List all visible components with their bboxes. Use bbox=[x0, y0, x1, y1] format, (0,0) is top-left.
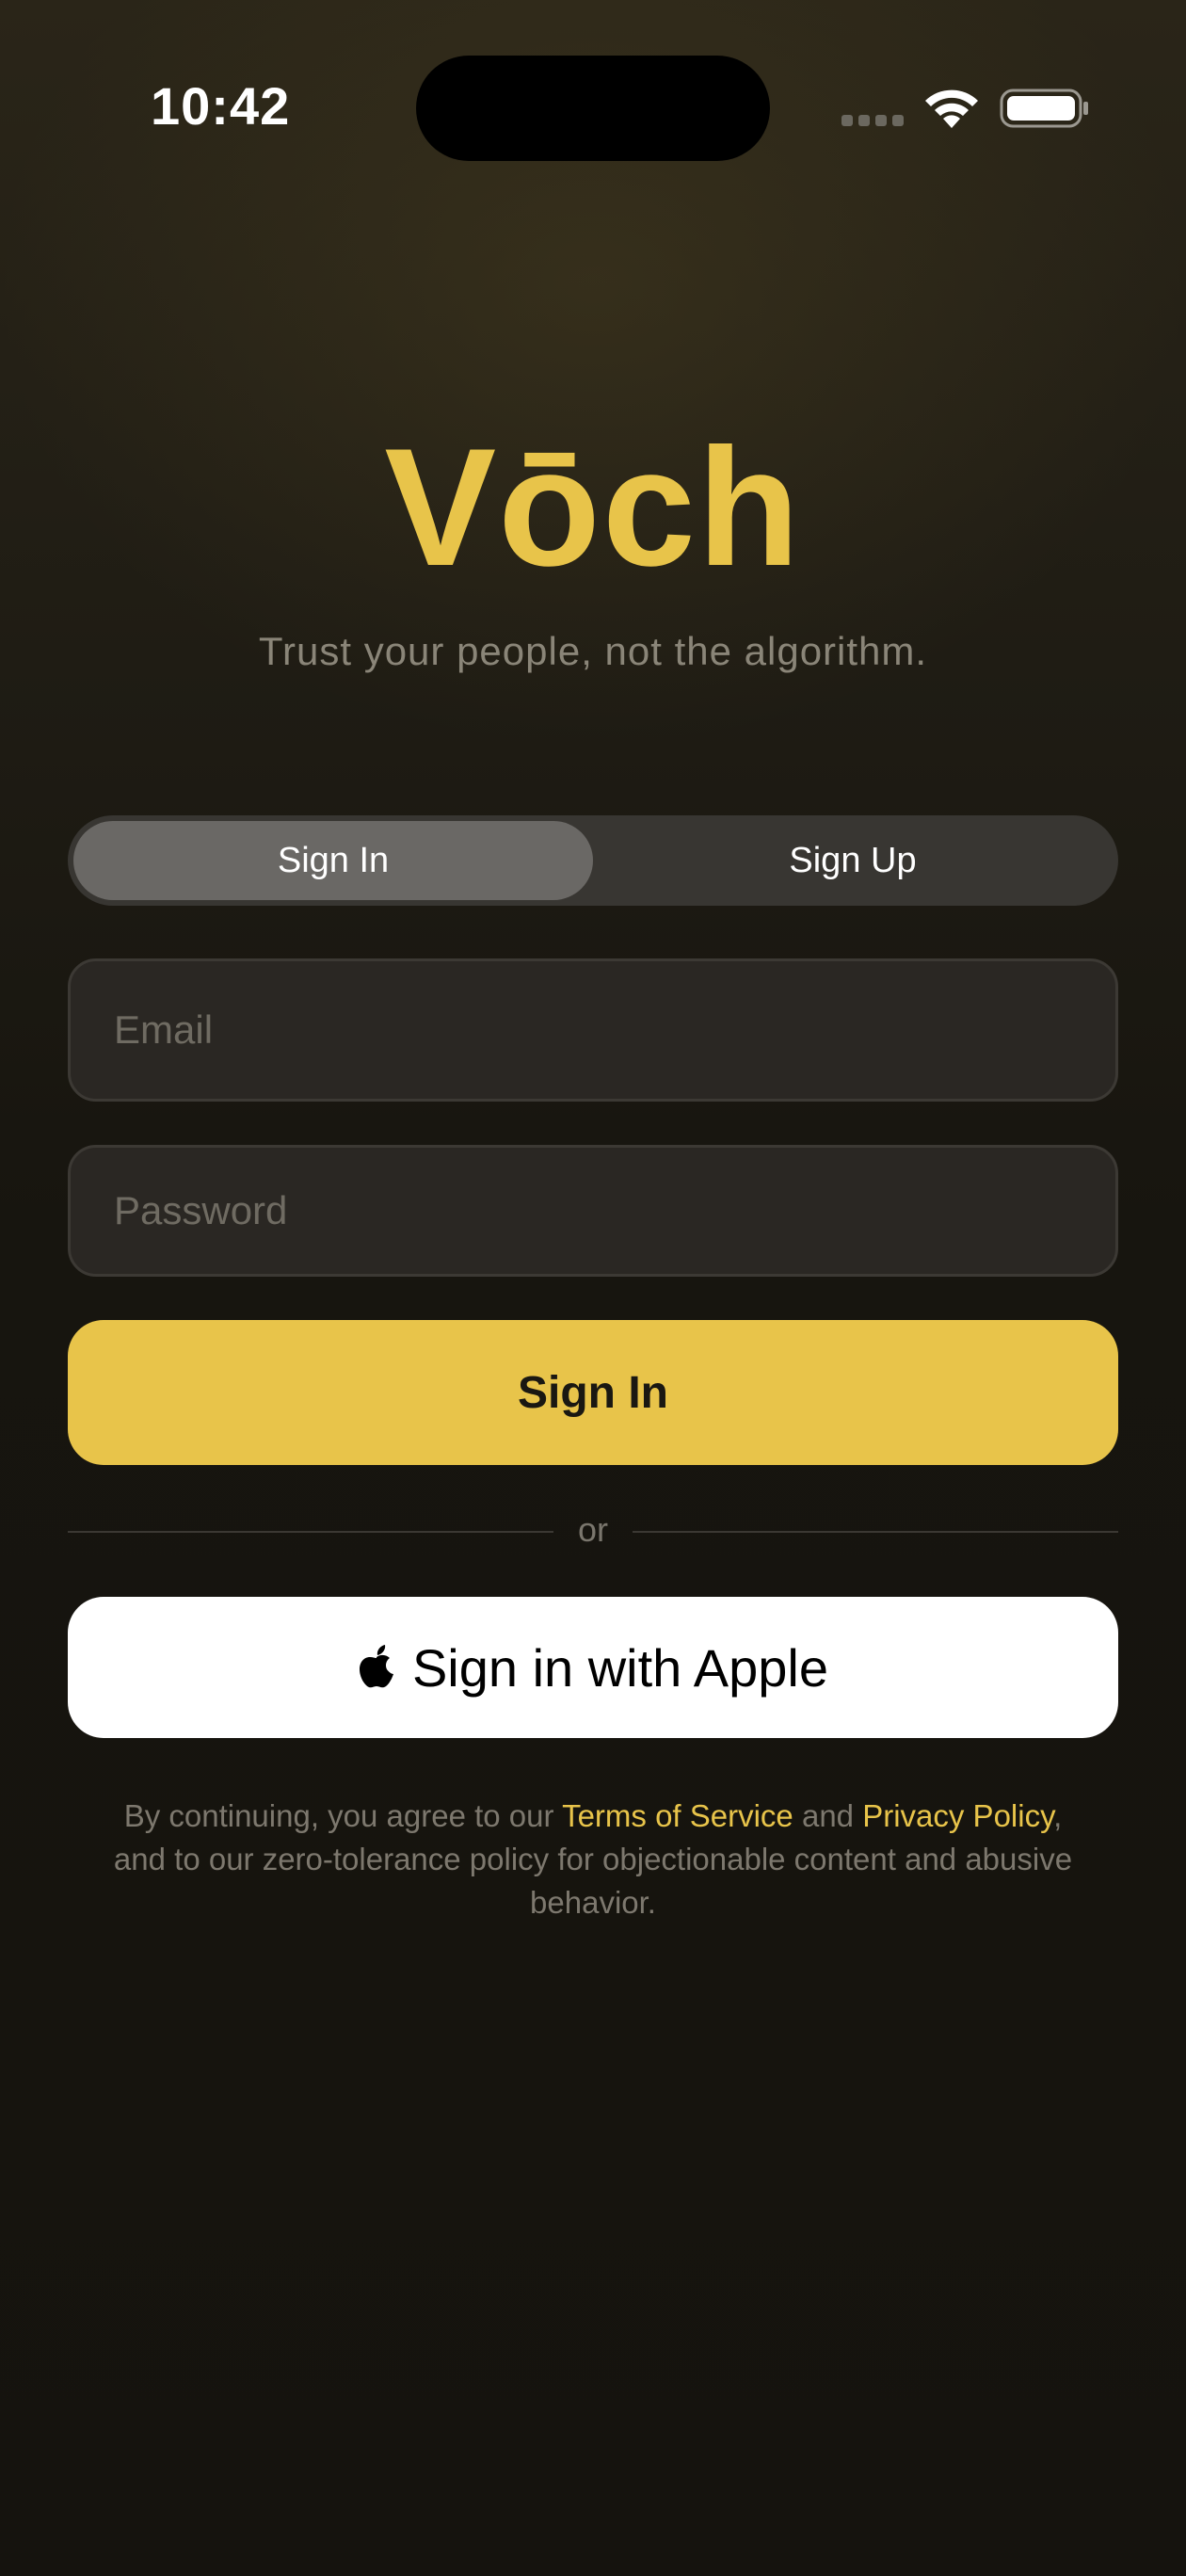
cellular-signal-icon bbox=[841, 115, 904, 126]
sign-in-button[interactable]: Sign In bbox=[68, 1320, 1118, 1465]
apple-button-label: Sign in with Apple bbox=[411, 1637, 829, 1698]
status-bar-time: 10:42 bbox=[151, 76, 291, 136]
tab-sign-up[interactable]: Sign Up bbox=[593, 821, 1113, 900]
email-field[interactable] bbox=[68, 958, 1118, 1102]
divider-line-right bbox=[633, 1531, 1118, 1533]
password-field[interactable] bbox=[68, 1145, 1118, 1277]
privacy-policy-link[interactable]: Privacy Policy bbox=[862, 1798, 1053, 1833]
legal-prefix: By continuing, you agree to our bbox=[123, 1798, 563, 1833]
wifi-icon bbox=[925, 89, 978, 128]
legal-disclaimer: By continuing, you agree to our Terms of… bbox=[104, 1795, 1082, 1924]
auth-mode-segmented-control: Sign In Sign Up bbox=[68, 815, 1118, 906]
sign-in-with-apple-button[interactable]: Sign in with Apple bbox=[68, 1597, 1118, 1738]
app-logo: Vōch bbox=[384, 413, 802, 601]
divider-line-left bbox=[68, 1531, 553, 1533]
terms-of-service-link[interactable]: Terms of Service bbox=[562, 1798, 793, 1833]
divider-label: or bbox=[577, 1510, 608, 1549]
battery-icon bbox=[1000, 89, 1088, 128]
legal-middle: and bbox=[793, 1798, 863, 1833]
background bbox=[0, 0, 1186, 2576]
apple-logo-icon bbox=[359, 1645, 393, 1688]
tagline: Trust your people, not the algorithm. bbox=[258, 629, 928, 673]
tab-sign-in[interactable]: Sign In bbox=[73, 821, 593, 900]
dynamic-island bbox=[416, 56, 770, 161]
